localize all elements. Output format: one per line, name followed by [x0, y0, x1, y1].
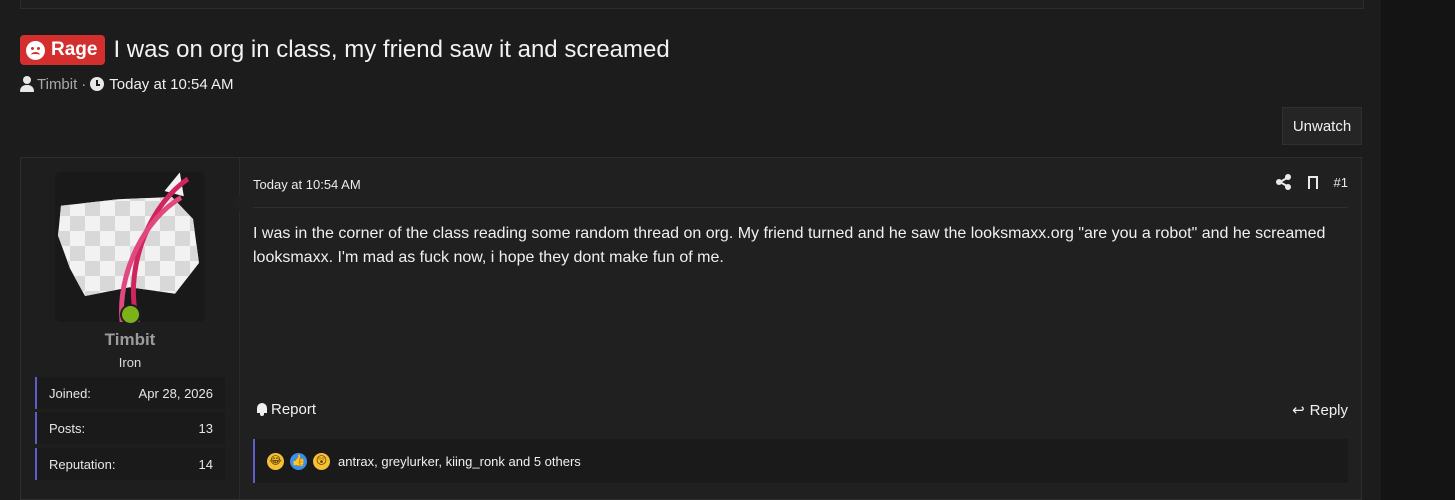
- report-label: Report: [271, 401, 317, 418]
- post-date-link[interactable]: Today at 10:54 AM: [253, 177, 361, 192]
- reactions-bar[interactable]: 😂 👍 😲 antrax, greylurker, kiing_ronk and…: [253, 439, 1348, 483]
- online-status-indicator: [120, 304, 141, 325]
- stat-value: 14: [198, 456, 213, 472]
- share-icon[interactable]: [1275, 174, 1292, 190]
- user-stat-reputation: Reputation: 14: [35, 448, 225, 480]
- avatar-strokes: [55, 172, 205, 322]
- message-caret: [231, 194, 240, 212]
- post-user-title: Iron: [118, 355, 142, 370]
- user-icon: [20, 76, 34, 92]
- clock-icon: [90, 77, 105, 91]
- user-stat-joined: Joined: Apr 28, 2026: [35, 377, 225, 409]
- angry-face-icon: [26, 40, 45, 60]
- post-username[interactable]: Timbit: [21, 330, 239, 350]
- avatar-stroke: [92, 172, 205, 322]
- post-header-divider: [253, 207, 1348, 208]
- avatar[interactable]: [55, 169, 205, 322]
- laugh-reaction-icon: 😂: [267, 452, 284, 470]
- reaction-users-link[interactable]: antrax, greylurker, kiing_ronk and 5 oth…: [338, 454, 581, 469]
- wow-reaction-icon: 😲: [313, 452, 330, 470]
- meta-separator: ·: [81, 75, 87, 93]
- stat-label: Reputation:: [49, 456, 116, 472]
- user-stat-posts: Posts: 13: [35, 412, 225, 444]
- like-reaction-icon: 👍: [290, 452, 307, 470]
- post-top-actions: #1: [1275, 174, 1348, 192]
- reply-label: Reply: [1309, 401, 1348, 419]
- thread-header: Rage I was on org in class, my friend sa…: [20, 34, 670, 66]
- previous-block-edge: [20, 0, 1364, 9]
- bookmark-icon[interactable]: [1307, 175, 1318, 192]
- stat-value: 13: [198, 420, 213, 436]
- thread-title: I was on org in class, my friend saw it …: [113, 36, 670, 63]
- bell-icon: [256, 403, 268, 416]
- post-user-cell: Timbit Iron Joined: Apr 28, 2026 Posts: …: [21, 158, 240, 499]
- page-gutter: [1381, 0, 1455, 500]
- thread-meta: Timbit · Today at 10:54 AM: [20, 74, 234, 94]
- stat-label: Posts:: [49, 420, 86, 436]
- thread-author-link[interactable]: Timbit: [37, 76, 77, 93]
- post-number-link[interactable]: #1: [1334, 175, 1348, 190]
- post-main-cell: Today at 10:54 AM #1 I was in the corner…: [240, 158, 1361, 499]
- post-body: I was in the corner of the class reading…: [253, 225, 1326, 266]
- reply-button[interactable]: ↩ Reply: [1292, 401, 1348, 420]
- reply-icon: ↩: [1292, 402, 1305, 419]
- thread-prefix-badge[interactable]: Rage: [20, 35, 106, 65]
- stat-value: Apr 28, 2026: [138, 385, 213, 401]
- thread-prefix-label: Rage: [51, 39, 98, 60]
- stat-label: Joined:: [49, 385, 91, 401]
- unwatch-button[interactable]: Unwatch: [1282, 107, 1362, 145]
- page: Rage I was on org in class, my friend sa…: [0, 0, 1381, 500]
- post: Timbit Iron Joined: Apr 28, 2026 Posts: …: [20, 157, 1362, 500]
- report-button[interactable]: Report: [256, 401, 316, 418]
- thread-date-link[interactable]: Today at 10:54 AM: [109, 76, 233, 93]
